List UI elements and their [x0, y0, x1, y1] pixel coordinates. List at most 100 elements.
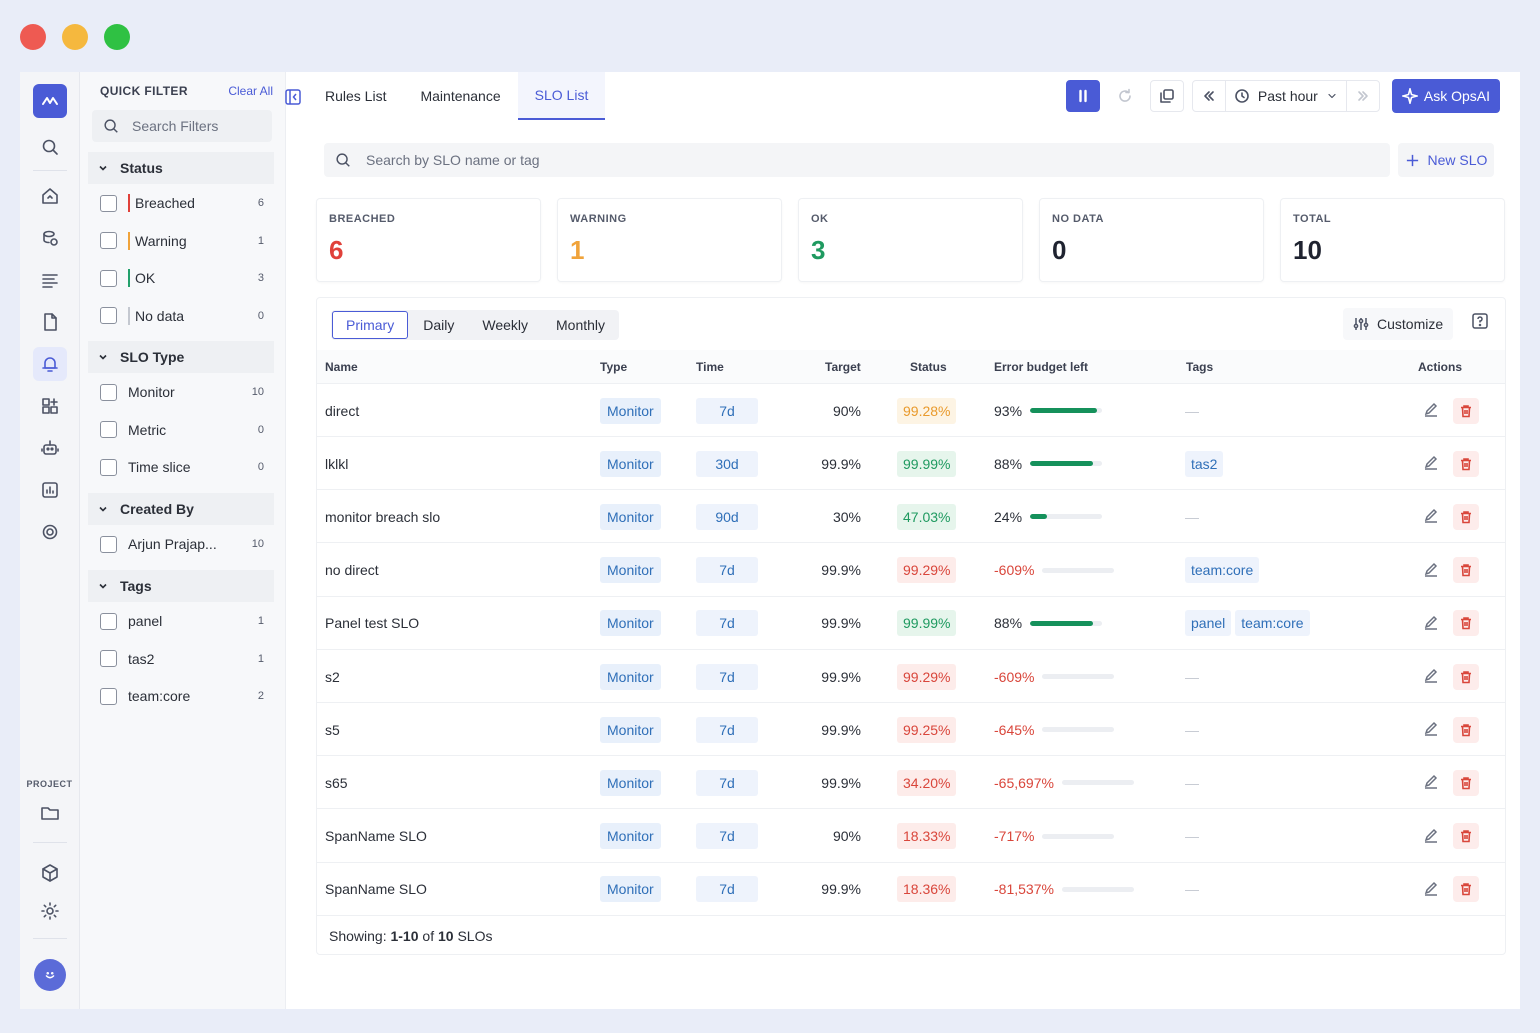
checkbox[interactable] — [100, 687, 117, 705]
edit-icon[interactable] — [1423, 454, 1439, 473]
logs-icon[interactable] — [33, 263, 67, 297]
home-icon[interactable] — [33, 179, 67, 213]
checkbox[interactable] — [100, 458, 117, 476]
filter-option[interactable]: Warning 1 — [100, 229, 264, 253]
time-range-select[interactable]: Past hour — [1226, 81, 1347, 111]
clear-all-link[interactable]: Clear All — [228, 84, 273, 98]
delete-button[interactable] — [1453, 397, 1479, 424]
slo-name[interactable]: Panel test SLO — [325, 597, 419, 650]
minimize-window-button[interactable] — [62, 24, 88, 50]
checkbox[interactable] — [100, 383, 117, 401]
period-tab-weekly[interactable]: Weekly — [469, 311, 541, 339]
column-header-type[interactable]: Type — [600, 360, 627, 374]
filter-section-slo-type[interactable]: SLO Type — [88, 341, 274, 373]
period-tab-monthly[interactable]: Monthly — [543, 311, 618, 339]
services-icon[interactable] — [33, 221, 67, 255]
slo-name[interactable]: no direct — [325, 544, 379, 597]
edit-icon[interactable] — [1423, 880, 1439, 899]
period-tab-primary[interactable]: Primary — [332, 311, 409, 339]
edit-icon[interactable] — [1423, 561, 1439, 580]
checkbox[interactable] — [100, 232, 117, 249]
tab-rules-list[interactable]: Rules List — [308, 72, 403, 120]
column-header-status[interactable]: Status — [910, 360, 947, 374]
tag-chip[interactable]: tas2 — [1185, 450, 1224, 477]
package-icon[interactable] — [33, 856, 67, 890]
ai-agent-icon[interactable] — [33, 431, 67, 465]
analytics-icon[interactable] — [33, 473, 67, 507]
slo-search-input[interactable]: Search by SLO name or tag — [324, 143, 1390, 177]
table-row[interactable]: no direct Monitor 7d 99.9% 99.29% -609% team:c… — [317, 544, 1505, 597]
ask-opsai-button[interactable]: Ask OpsAI — [1391, 79, 1500, 113]
table-row[interactable]: monitor breach slo Monitor 90d 30% 47.03% 24%… — [317, 490, 1505, 544]
new-slo-button[interactable]: New SLO — [1398, 143, 1494, 177]
edit-icon[interactable] — [1423, 773, 1439, 792]
filter-option[interactable]: Time slice 0 — [100, 455, 264, 479]
edit-icon[interactable] — [1423, 614, 1439, 633]
summary-card-ok[interactable]: OK 3 — [798, 198, 1023, 282]
delete-button[interactable] — [1453, 663, 1479, 690]
slo-name[interactable]: SpanName SLO — [325, 863, 427, 916]
table-row[interactable]: s5 Monitor 7d 99.9% 99.25% -645% — — [317, 703, 1505, 757]
avatar[interactable] — [33, 959, 66, 991]
checkbox[interactable] — [100, 269, 117, 287]
filter-option[interactable]: Monitor 10 — [100, 380, 264, 404]
checkbox[interactable] — [100, 421, 117, 438]
checkbox[interactable] — [100, 650, 117, 667]
help-icon[interactable] — [1471, 312, 1489, 333]
column-header-error-budget[interactable]: Error budget left — [994, 360, 1088, 374]
slo-name[interactable]: s5 — [325, 703, 340, 756]
collapse-panel-icon[interactable] — [284, 88, 302, 109]
column-header-target[interactable]: Target — [825, 360, 861, 374]
column-header-tags[interactable]: Tags — [1186, 360, 1213, 374]
table-row[interactable]: SpanName SLO Monitor 7d 90% 18.33% -717% — — [317, 810, 1505, 863]
slo-name[interactable]: lklkl — [325, 437, 348, 490]
checkbox[interactable] — [100, 194, 117, 212]
table-row[interactable]: Panel test SLO Monitor 7d 99.9% 99.99% 88% pan… — [317, 597, 1505, 650]
filter-option[interactable]: Arjun Prajap... 10 — [100, 532, 264, 556]
previous-range-button[interactable] — [1193, 81, 1226, 111]
dashboards-icon[interactable] — [33, 389, 67, 423]
edit-icon[interactable] — [1423, 667, 1439, 686]
filter-option[interactable]: tas2 1 — [100, 647, 264, 671]
summary-card-total[interactable]: TOTAL 10 — [1280, 198, 1505, 282]
settings-icon[interactable] — [33, 894, 67, 928]
delete-button[interactable] — [1453, 876, 1479, 903]
filter-section-status[interactable]: Status — [88, 152, 274, 184]
table-row[interactable]: s65 Monitor 7d 99.9% 34.20% -65,697% — — [317, 756, 1505, 810]
filter-option[interactable]: Metric 0 — [100, 418, 264, 442]
edit-icon[interactable] — [1423, 827, 1439, 846]
refresh-button[interactable] — [1107, 80, 1142, 112]
filter-section-created-by[interactable]: Created By — [88, 493, 274, 525]
filter-option[interactable]: No data 0 — [100, 304, 264, 328]
filter-option[interactable]: Breached 6 — [100, 191, 264, 215]
delete-button[interactable] — [1453, 716, 1479, 743]
delete-button[interactable] — [1453, 557, 1479, 584]
filter-option[interactable]: panel 1 — [100, 609, 264, 633]
search-filters-input[interactable]: Search Filters — [92, 110, 272, 142]
column-header-time[interactable]: Time — [696, 360, 724, 374]
copy-button[interactable] — [1149, 80, 1184, 112]
checkbox[interactable] — [100, 307, 117, 324]
table-row[interactable]: lklkl Monitor 30d 99.9% 99.99% 88% tas2 — [317, 437, 1505, 491]
document-icon[interactable] — [33, 305, 67, 339]
filter-section-tags[interactable]: Tags — [88, 570, 274, 602]
delete-button[interactable] — [1453, 610, 1479, 637]
search-icon[interactable] — [33, 130, 67, 164]
table-row[interactable]: s2 Monitor 7d 99.9% 99.29% -609% — — [317, 650, 1505, 703]
column-header-name[interactable]: Name — [325, 360, 358, 374]
checkbox[interactable] — [100, 612, 117, 630]
alerts-icon[interactable] — [32, 347, 67, 381]
slo-name[interactable]: s65 — [325, 756, 348, 809]
summary-card-warning[interactable]: WARNING 1 — [557, 198, 782, 282]
tab-maintenance[interactable]: Maintenance — [403, 72, 517, 120]
delete-button[interactable] — [1453, 769, 1479, 796]
maximize-window-button[interactable] — [104, 24, 130, 50]
summary-card-no-data[interactable]: NO DATA 0 — [1039, 198, 1264, 282]
slo-name[interactable]: direct — [325, 384, 359, 437]
summary-card-breached[interactable]: BREACHED 6 — [316, 198, 541, 282]
edit-icon[interactable] — [1423, 507, 1439, 526]
integrations-icon[interactable] — [33, 515, 67, 549]
delete-button[interactable] — [1453, 450, 1479, 477]
table-row[interactable]: direct Monitor 7d 90% 99.28% 93% — — [317, 384, 1505, 437]
folder-icon[interactable] — [33, 796, 67, 830]
